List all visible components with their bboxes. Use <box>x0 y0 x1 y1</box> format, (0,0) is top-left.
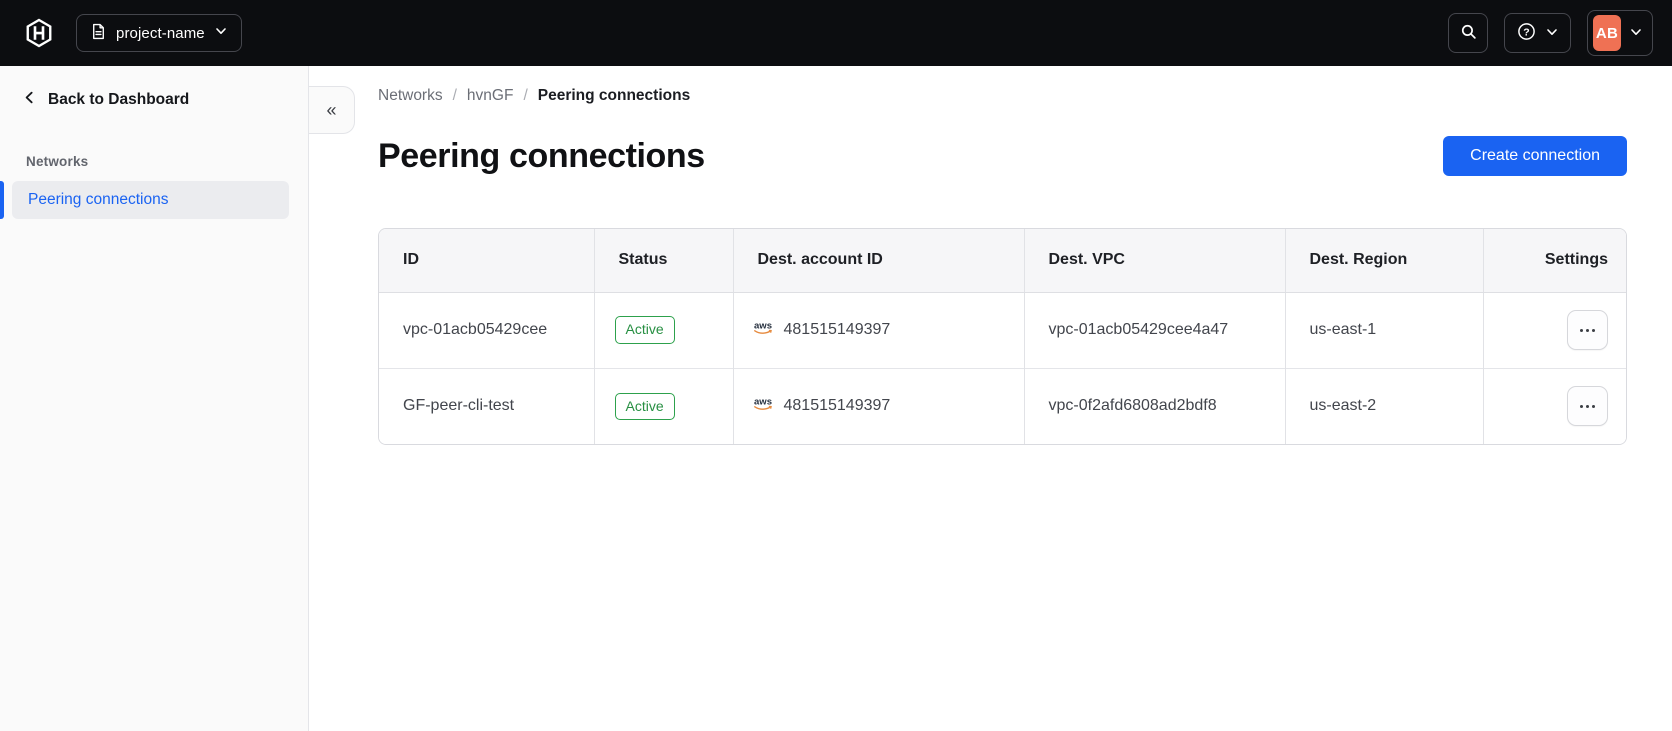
breadcrumb-current: Peering connections <box>537 87 691 104</box>
search-button[interactable] <box>1448 13 1488 53</box>
breadcrumb-separator: / <box>452 87 457 104</box>
hashicorp-logo-icon <box>24 18 54 48</box>
sidebar: Back to Dashboard Networks Peering conne… <box>0 66 309 731</box>
sidebar-item-peering-connections[interactable]: Peering connections <box>12 181 289 219</box>
status-badge: Active <box>614 316 675 344</box>
row-settings-button[interactable] <box>1567 386 1608 427</box>
back-to-dashboard-link[interactable]: Back to Dashboard <box>22 90 308 110</box>
collapse-double-chevron-icon: « <box>326 99 337 120</box>
create-connection-button[interactable]: Create connection <box>1443 136 1627 176</box>
ellipsis-icon <box>1580 328 1583 332</box>
status-badge: Active <box>614 392 675 420</box>
active-item-accent-bar <box>0 181 4 219</box>
avatar: AB <box>1593 15 1621 51</box>
project-selector[interactable]: project-name <box>76 14 242 52</box>
aws-icon: aws <box>751 395 775 417</box>
page-title: Peering connections <box>378 136 705 175</box>
cell-account: aws 481515149397 <box>732 292 1024 368</box>
chevron-left-icon <box>22 90 37 110</box>
cell-id: vpc-01acb05429cee <box>379 292 594 368</box>
row-settings-button[interactable] <box>1567 310 1608 350</box>
search-icon <box>1460 23 1477 43</box>
table-header-row: ID Status Dest. account ID Dest. VPC Des… <box>379 229 1626 293</box>
cell-region: us-east-2 <box>1284 367 1483 444</box>
chevron-down-icon <box>1629 25 1643 42</box>
account-id-value: 481515149397 <box>783 397 891 415</box>
cell-status: Active <box>593 292 733 368</box>
table-row: vpc-01acb05429cee Active aws 48151514939… <box>379 292 1626 368</box>
help-menu-button[interactable]: ? <box>1504 13 1571 53</box>
column-header-vpc: Dest. VPC <box>1023 229 1285 293</box>
column-header-settings: Settings <box>1482 229 1626 293</box>
chevron-down-icon <box>1545 25 1559 42</box>
sidebar-section-networks: Networks <box>26 154 89 169</box>
cell-settings <box>1482 367 1626 444</box>
cell-settings <box>1482 292 1626 368</box>
breadcrumb-networks[interactable]: Networks <box>378 87 443 105</box>
chevron-down-icon <box>214 24 228 42</box>
column-header-region: Dest. Region <box>1284 229 1483 293</box>
cell-vpc: vpc-0f2afd6808ad2bdf8 <box>1023 367 1285 444</box>
breadcrumb-separator: / <box>523 87 528 104</box>
document-icon <box>90 23 107 44</box>
cell-id: GF-peer-cli-test <box>379 367 594 444</box>
cell-region: us-east-1 <box>1284 292 1483 368</box>
sidebar-item-label: Peering connections <box>28 191 169 208</box>
account-menu-button[interactable]: AB <box>1587 10 1653 56</box>
breadcrumb: Networks / hvnGF / Peering connections <box>378 86 1627 106</box>
table-row: GF-peer-cli-test Active aws 481515149397… <box>379 367 1626 444</box>
help-icon: ? <box>1517 22 1536 44</box>
back-to-dashboard-label: Back to Dashboard <box>48 91 190 108</box>
aws-icon: aws <box>751 319 775 341</box>
cell-vpc: vpc-01acb05429cee4a47 <box>1023 292 1285 368</box>
project-selector-label: project-name <box>116 24 205 42</box>
cell-status: Active <box>593 367 733 444</box>
column-header-status: Status <box>593 229 733 293</box>
peering-connections-table: ID Status Dest. account ID Dest. VPC Des… <box>378 228 1627 445</box>
column-header-id: ID <box>379 229 594 293</box>
column-header-account: Dest. account ID <box>732 229 1024 293</box>
breadcrumb-hvn[interactable]: hvnGF <box>467 87 514 105</box>
topbar: project-name ? AB <box>0 0 1672 66</box>
cell-account: aws 481515149397 <box>732 367 1024 444</box>
svg-text:?: ? <box>1523 26 1529 38</box>
ellipsis-icon <box>1580 404 1583 408</box>
sidebar-collapse-button[interactable]: « <box>309 86 355 134</box>
account-id-value: 481515149397 <box>783 321 891 338</box>
main-content: « Networks / hvnGF / Peering connections… <box>309 66 1672 731</box>
